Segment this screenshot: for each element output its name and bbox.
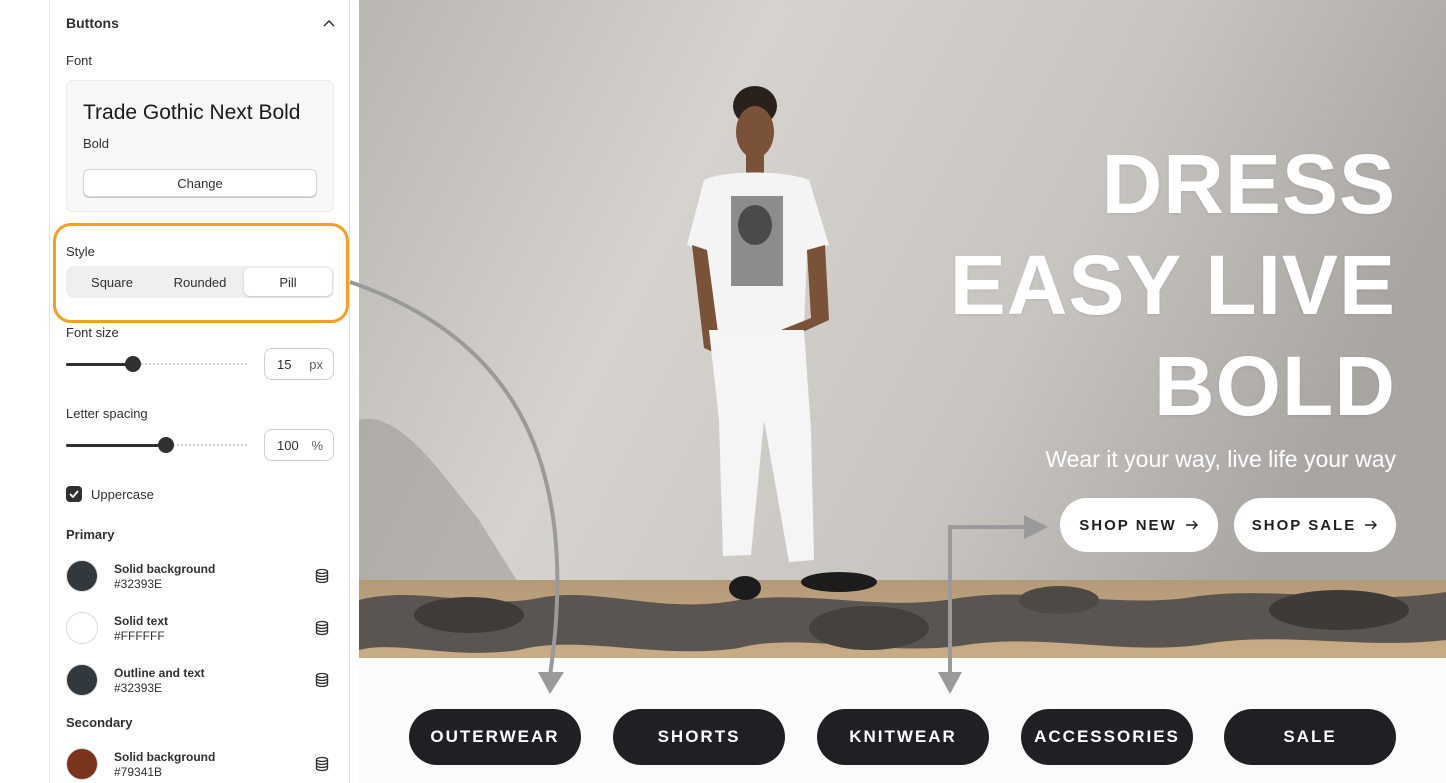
style-highlight-outline <box>53 223 349 323</box>
font-size-label: Font size <box>66 325 119 340</box>
left-gutter <box>0 0 50 783</box>
uppercase-row[interactable]: Uppercase <box>66 486 154 502</box>
font-card: Trade Gothic Next Bold Bold Change <box>66 80 334 212</box>
shop-sale-label: SHOP SALE <box>1251 516 1357 534</box>
hero-line-3: BOLD <box>1154 339 1396 433</box>
font-size-unit: px <box>309 356 323 372</box>
shop-new-button[interactable]: SHOP NEW <box>1060 498 1218 552</box>
letter-spacing-unit: % <box>311 437 323 453</box>
primary-solid-background-row[interactable]: Solid background #32393E <box>66 560 334 594</box>
color-name: Solid background <box>114 750 216 764</box>
hero-line-2: EASY LIVE <box>949 238 1396 332</box>
hero-headline: DRESS EASY LIVE BOLD <box>876 134 1396 437</box>
change-font-button[interactable]: Change <box>83 169 317 197</box>
font-name: Trade Gothic Next Bold <box>83 101 301 124</box>
uppercase-label: Uppercase <box>91 486 154 502</box>
editor-screen: Buttons Font Trade Gothic Next Bold Bold… <box>0 0 1446 783</box>
store-preview: DRESS EASY LIVE BOLD Wear it your way, l… <box>359 0 1446 783</box>
font-size-slider-row: 15 px <box>66 348 334 380</box>
color-swatch[interactable] <box>66 612 98 644</box>
accessories-button[interactable]: ACCESSORIES <box>1021 709 1193 765</box>
shop-new-label: SHOP NEW <box>1079 516 1177 534</box>
letter-spacing-input[interactable]: 100 % <box>264 429 334 461</box>
shorts-button[interactable]: SHORTS <box>613 709 785 765</box>
arrow-right-icon <box>1365 520 1378 530</box>
primary-outline-text-row[interactable]: Outline and text #32393E <box>66 664 334 698</box>
database-icon[interactable] <box>314 568 330 584</box>
uppercase-checkbox[interactable] <box>66 486 82 502</box>
font-size-input[interactable]: 15 px <box>264 348 334 380</box>
color-swatch[interactable] <box>66 560 98 592</box>
secondary-group-title: Secondary <box>66 715 133 730</box>
color-hex: #79341B <box>114 765 163 779</box>
buttons-section-header[interactable]: Buttons <box>66 14 336 32</box>
color-name: Solid background <box>114 562 216 576</box>
color-swatch[interactable] <box>66 748 98 780</box>
color-hex: #32393E <box>114 577 163 591</box>
database-icon[interactable] <box>314 620 330 636</box>
letter-spacing-label: Letter spacing <box>66 406 148 421</box>
hero-line-1: DRESS <box>1101 137 1396 231</box>
letter-spacing-value: 100 <box>277 437 299 453</box>
outerwear-button[interactable]: OUTERWEAR <box>409 709 581 765</box>
database-icon[interactable] <box>314 672 330 688</box>
font-weight: Bold <box>83 136 110 151</box>
sale-button[interactable]: SALE <box>1224 709 1396 765</box>
secondary-solid-background-row[interactable]: Solid background #79341B <box>66 748 334 782</box>
color-name: Outline and text <box>114 666 205 680</box>
section-title: Buttons <box>66 15 119 31</box>
color-swatch[interactable] <box>66 664 98 696</box>
arrow-right-icon <box>1185 520 1198 530</box>
color-hex: #32393E <box>114 681 163 695</box>
hero-subtitle: Wear it your way, live life your way <box>1045 446 1396 472</box>
font-size-value: 15 <box>277 356 292 372</box>
font-size-slider-thumb[interactable] <box>125 356 141 372</box>
database-icon[interactable] <box>314 756 330 772</box>
primary-group-title: Primary <box>66 527 115 542</box>
shop-sale-button[interactable]: SHOP SALE <box>1234 498 1396 552</box>
font-size-track-fill <box>66 363 133 366</box>
color-hex: #FFFFFF <box>114 629 165 643</box>
letter-spacing-slider-thumb[interactable] <box>158 437 174 453</box>
font-label: Font <box>66 53 93 68</box>
letter-spacing-slider-row: 100 % <box>66 429 334 461</box>
checkmark-icon <box>69 490 79 498</box>
knitwear-button[interactable]: KNITWEAR <box>817 709 989 765</box>
chevron-up-icon[interactable] <box>322 16 336 30</box>
hero-banner: DRESS EASY LIVE BOLD Wear it your way, l… <box>359 0 1446 658</box>
primary-solid-text-row[interactable]: Solid text #FFFFFF <box>66 612 334 646</box>
letter-spacing-track-fill <box>66 444 166 447</box>
color-name: Solid text <box>114 614 169 628</box>
